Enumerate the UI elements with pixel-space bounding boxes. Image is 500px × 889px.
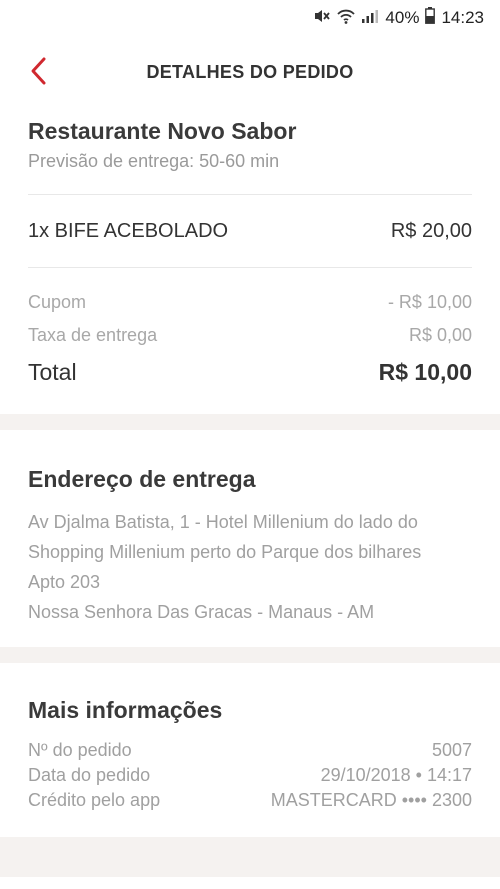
address-card: Endereço de entrega Av Djalma Batista, 1… <box>0 430 500 647</box>
wifi-icon <box>337 8 356 29</box>
battery-percent: 40% <box>385 8 420 27</box>
battery-icon <box>425 7 436 29</box>
payment-row: Crédito pelo app MASTERCARD •••• 2300 <box>28 788 472 813</box>
coupon-row: Cupom - R$ 10,00 <box>28 286 472 319</box>
restaurant-name: Restaurante Novo Sabor <box>28 118 297 144</box>
page-title: DETALHES DO PEDIDO <box>146 62 354 82</box>
order-date-label: Data do pedido <box>28 765 151 785</box>
delivery-fee-row: Taxa de entrega R$ 0,00 <box>28 319 472 352</box>
order-item-row: 1x BIFE ACEBOLADO R$ 20,00 <box>28 195 472 267</box>
order-item-label: 1x BIFE ACEBOLADO <box>28 219 229 242</box>
order-number-value: 5007 <box>431 740 472 760</box>
order-item-price: R$ 20,00 <box>390 219 472 242</box>
page-header: DETALHES DO PEDIDO <box>0 34 500 110</box>
payment-label: Crédito pelo app <box>28 790 161 810</box>
delivery-fee-label: Taxa de entrega <box>28 325 158 345</box>
coupon-label: Cupom <box>28 292 87 312</box>
order-date-value: 29/10/2018 • 14:17 <box>320 765 472 785</box>
address-title: Endereço de entrega <box>28 466 256 492</box>
address-line: Nossa Senhora Das Gracas - Manaus - AM <box>28 602 375 622</box>
delivery-estimate: Previsão de entrega: 50-60 min <box>28 151 280 171</box>
delivery-fee-value: R$ 0,00 <box>408 325 472 345</box>
section-separator <box>0 647 500 663</box>
total-row: Total R$ 10,00 <box>28 352 472 392</box>
order-summary-card: Restaurante Novo Sabor Previsão de entre… <box>0 118 500 414</box>
mute-icon <box>313 8 331 29</box>
order-date-row: Data do pedido 29/10/2018 • 14:17 <box>28 763 472 788</box>
section-separator <box>0 837 500 877</box>
order-number-label: Nº do pedido <box>28 740 132 760</box>
address-line: Apto 203 <box>28 572 101 592</box>
payment-value: MASTERCARD •••• 2300 <box>270 790 472 810</box>
address-line: Av Djalma Batista, 1 - Hotel Millenium d… <box>28 512 418 532</box>
order-number-row: Nº do pedido 5007 <box>28 738 472 763</box>
status-bar: 40% 14:23 <box>0 0 500 34</box>
status-icons: 40% 14:23 <box>313 7 484 29</box>
more-info-title: Mais informações <box>28 697 223 723</box>
more-info-card: Mais informações Nº do pedido 5007 Data … <box>0 663 500 837</box>
total-value: R$ 10,00 <box>378 358 472 385</box>
coupon-value: - R$ 10,00 <box>387 292 472 312</box>
clock-time: 14:23 <box>441 8 484 27</box>
total-label: Total <box>28 358 77 385</box>
signal-icon <box>361 8 379 29</box>
address-line: Shopping Millenium perto do Parque dos b… <box>28 542 422 562</box>
section-separator <box>0 414 500 430</box>
